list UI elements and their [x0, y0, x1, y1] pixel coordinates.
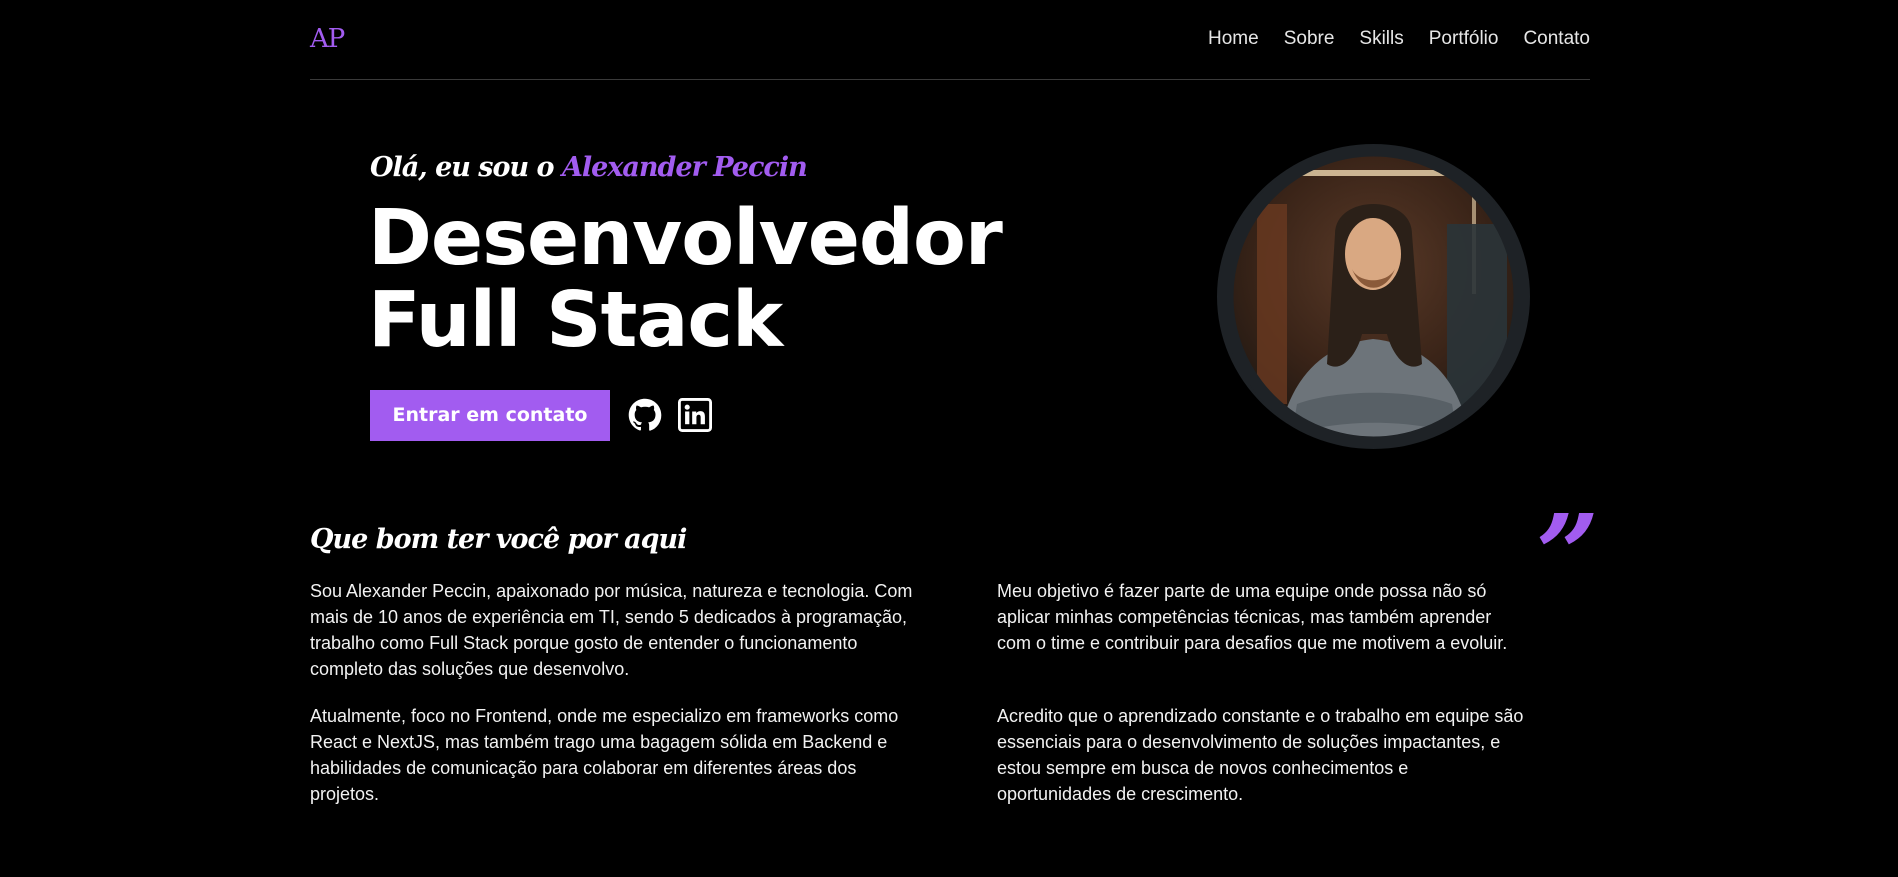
- hero-headline: Desenvolvedor Full Stack: [368, 198, 1003, 365]
- logo[interactable]: AP: [310, 22, 345, 56]
- headline-line-2: Full Stack: [368, 276, 783, 365]
- greeting-name: Alexander Peccin: [561, 152, 808, 183]
- about-paragraph-2: Atualmente, foco no Frontend, onde me es…: [310, 706, 899, 804]
- nav-home[interactable]: Home: [1208, 26, 1259, 52]
- profile-photo: [1217, 144, 1530, 449]
- nav-contato[interactable]: Contato: [1523, 26, 1590, 52]
- nav-skills[interactable]: Skills: [1359, 26, 1403, 52]
- quote-icon: ”: [1536, 490, 1600, 619]
- github-icon[interactable]: [628, 398, 662, 432]
- about-paragraph-1: Sou Alexander Peccin, apaixonado por mús…: [310, 581, 913, 679]
- about-title: Que bom ter você por aqui: [310, 524, 687, 555]
- about-paragraph-4: Acredito que o aprendizado constante e o…: [997, 706, 1524, 804]
- greeting-prefix: Olá, eu sou o: [370, 152, 555, 183]
- nav-portfolio[interactable]: Portfólio: [1429, 26, 1499, 52]
- headline-line-1: Desenvolvedor: [368, 194, 1003, 283]
- contact-button[interactable]: Entrar em contato: [370, 390, 610, 441]
- hero-greeting: Olá, eu sou o Alexander Peccin: [370, 150, 808, 186]
- main-nav: Home Sobre Skills Portfólio Contato: [1208, 26, 1590, 52]
- nav-sobre[interactable]: Sobre: [1284, 26, 1335, 52]
- linkedin-icon[interactable]: [678, 398, 712, 432]
- about-paragraph-3: Meu objetivo é fazer parte de uma equipe…: [997, 581, 1508, 653]
- site-header: AP Home Sobre Skills Portfólio Contato: [310, 0, 1590, 80]
